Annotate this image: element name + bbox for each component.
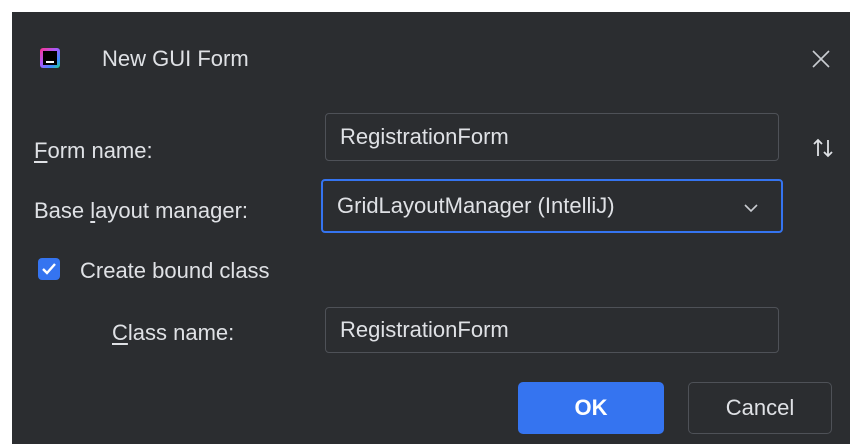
new-gui-form-dialog: New GUI Form Form name: RegistrationForm…: [12, 12, 850, 444]
layout-manager-select[interactable]: GridLayoutManager (IntelliJ): [321, 179, 783, 233]
sort-arrows-icon[interactable]: [810, 136, 836, 160]
class-name-label: Class name:: [112, 320, 235, 345]
ok-button[interactable]: OK: [518, 382, 664, 434]
checkmark-icon: [42, 263, 56, 275]
close-icon: [812, 50, 830, 68]
background-margin-left: [0, 0, 12, 444]
dialog-titlebar: New GUI Form: [12, 12, 850, 84]
layout-manager-value: GridLayoutManager (IntelliJ): [337, 193, 615, 218]
create-bound-class-checkbox[interactable]: [38, 258, 60, 280]
form-name-label: Form name:: [34, 138, 153, 163]
class-name-input[interactable]: RegistrationForm: [325, 307, 779, 353]
intellij-gui-designer-icon: [40, 48, 60, 68]
background-margin-top: [0, 0, 850, 12]
dialog-title: New GUI Form: [102, 46, 249, 71]
base-layout-manager-label: Base layout manager:: [34, 198, 249, 223]
cancel-button[interactable]: Cancel: [688, 382, 832, 434]
close-button[interactable]: [810, 48, 832, 70]
chevron-down-icon: [744, 204, 758, 213]
create-bound-class-label[interactable]: Create bound class: [80, 258, 270, 284]
form-name-input[interactable]: RegistrationForm: [325, 113, 779, 161]
form-name-value: RegistrationForm: [340, 124, 509, 149]
class-name-value: RegistrationForm: [340, 317, 509, 342]
